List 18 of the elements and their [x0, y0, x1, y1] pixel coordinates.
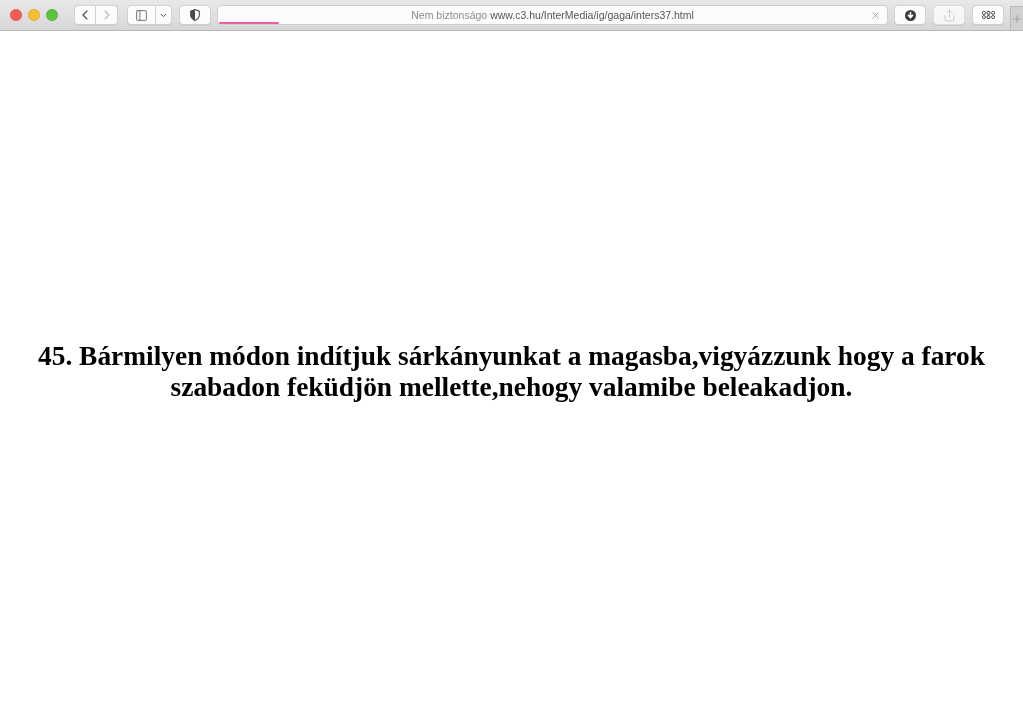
sidebar-menu-button[interactable]	[156, 5, 172, 25]
new-tab-button[interactable]	[1010, 6, 1023, 30]
page-heading: 45. Bármilyen módon indítjuk sárkányunkat a magasba,vigyázzunk hogy a farok szabadon feküdjön mellette,nehogy valamibe beleakadjon.	[37, 341, 986, 403]
zoom-window-icon[interactable]	[46, 9, 58, 21]
sidebar-icon	[135, 8, 148, 22]
sidebar-button[interactable]	[127, 5, 156, 25]
stop-loading-icon[interactable]	[870, 10, 882, 21]
address-field[interactable]: Nem biztonságo www.c3.hu/InterMedia/ig/gaga/inters37.html	[216, 5, 889, 25]
tab-overview-button[interactable]	[972, 5, 1004, 25]
privacy-button[interactable]	[179, 5, 211, 25]
plus-icon	[1011, 12, 1023, 25]
half-shield-icon	[189, 9, 200, 21]
url-text: www.c3.hu/InterMedia/ig/gaga/inters37.html	[490, 9, 694, 21]
minimize-window-icon[interactable]	[28, 9, 40, 21]
back-button[interactable]	[74, 5, 96, 25]
security-warning-label: Nem biztonságo	[411, 9, 488, 21]
close-window-icon[interactable]	[10, 9, 22, 21]
downloads-button[interactable]	[894, 5, 927, 25]
